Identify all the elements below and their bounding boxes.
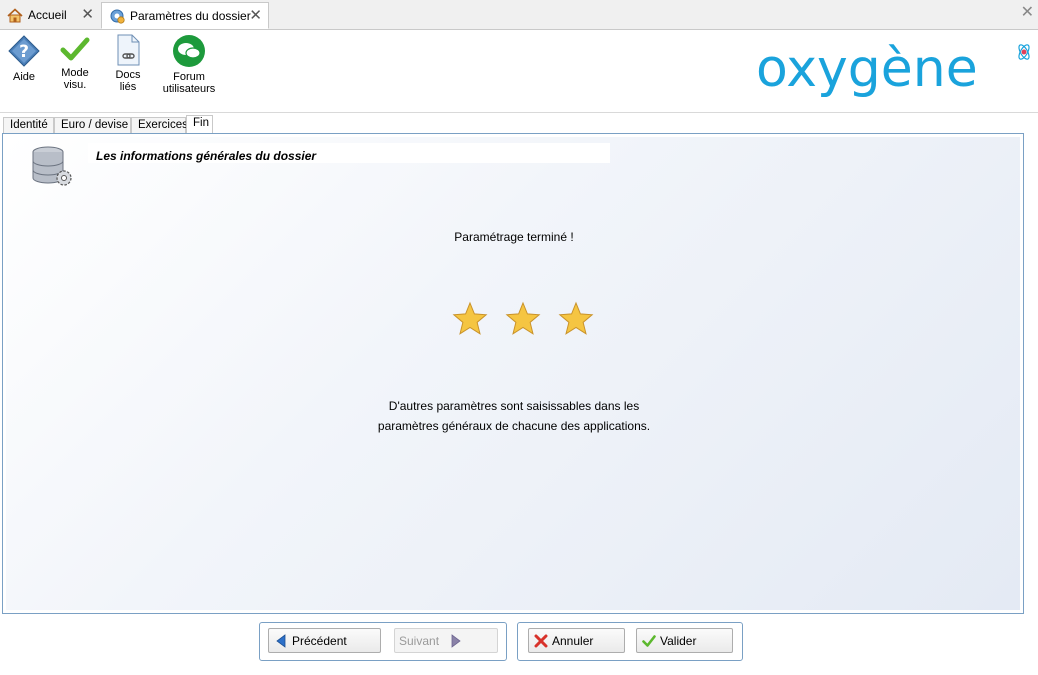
atom-icon [1018,44,1030,60]
mode-visu-button[interactable]: Mode visu. [56,34,94,91]
tab-exercices-label: Exercices [138,119,188,131]
svg-text:?: ? [19,42,29,62]
tab-parametres-label: Paramètres du dossier [130,8,251,23]
star-icon [558,301,594,335]
docs-lies-button[interactable]: Docs liés [108,34,148,93]
tab-identite-label: Identité [10,119,48,131]
docs-lies-label-2: liés [119,81,137,93]
panel-content: Les informations générales du dossier Pa… [6,137,1020,610]
aide-button[interactable]: ? Aide [6,34,42,83]
validate-label: Valider [660,633,697,648]
star-icon [452,301,488,335]
star-icon [505,301,541,335]
mode-visu-label-1: Mode [61,67,89,79]
aide-label: Aide [12,71,36,83]
next-label: Suivant [399,633,440,648]
tab-euro-devise[interactable]: Euro / devise [54,117,131,134]
forum-label-1: Forum [173,71,205,83]
tab-accueil-label: Accueil [28,8,67,22]
tab-euro-devise-label: Euro / devise [61,119,129,131]
tab-fin[interactable]: Fin [186,115,213,134]
toolbar: ? Aide Mode visu. Docs liés Forum utilis… [0,30,1038,113]
check-icon [60,37,90,61]
arrow-right-icon [451,633,461,648]
close-window-icon[interactable]: ✕ [1021,5,1034,21]
main-panel: Les informations générales du dossier Pa… [2,133,1024,614]
tab-identite[interactable]: Identité [3,117,54,134]
info-message: D'autres paramètres sont saisissables da… [6,396,1022,436]
docs-lies-label-1: Docs [115,69,141,81]
home-icon [7,7,23,22]
forum-utilisateurs-button[interactable]: Forum utilisateurs [160,34,218,95]
tab-accueil[interactable]: Accueil ✕ [0,2,100,28]
action-group: Annuler Valider [517,622,743,661]
forum-icon [173,35,205,67]
close-tab-parametres-icon[interactable]: ✕ [249,8,262,23]
rating-stars [452,301,594,335]
next-button[interactable]: Suivant [394,628,498,653]
check-icon [642,634,656,647]
database-settings-icon [32,146,72,186]
tab-exercices[interactable]: Exercices [131,117,188,134]
settings-icon [110,9,125,24]
tab-fin-label: Fin [193,117,209,129]
validate-button[interactable]: Valider [636,628,733,653]
arrow-left-icon [276,633,286,648]
completion-message: Paramétrage terminé ! [454,230,574,244]
logo-text: oxygène [756,40,978,99]
document-tab-bar: Accueil ✕ Paramètres du dossier ✕ ✕ [0,0,1038,30]
forum-label-2: utilisateurs [162,83,216,95]
help-icon: ? [8,35,40,67]
close-tab-accueil-icon[interactable]: ✕ [81,7,94,22]
oxygene-logo: oxygène [756,40,1030,99]
page-heading: Les informations générales du dossier [96,149,317,163]
previous-button[interactable]: Précédent [268,628,381,653]
cancel-label: Annuler [552,633,594,648]
cancel-icon [534,634,548,647]
navigation-group: Précédent Suivant [259,622,507,661]
cancel-button[interactable]: Annuler [528,628,625,653]
info-line-1: D'autres paramètres sont saisissables da… [388,399,640,413]
tab-parametres-dossier[interactable]: Paramètres du dossier ✕ [101,2,269,29]
info-line-2: paramètres généraux de chacune des appli… [377,419,651,433]
document-link-icon [117,34,140,66]
mode-visu-label-2: visu. [63,79,87,91]
previous-label: Précédent [292,633,347,648]
